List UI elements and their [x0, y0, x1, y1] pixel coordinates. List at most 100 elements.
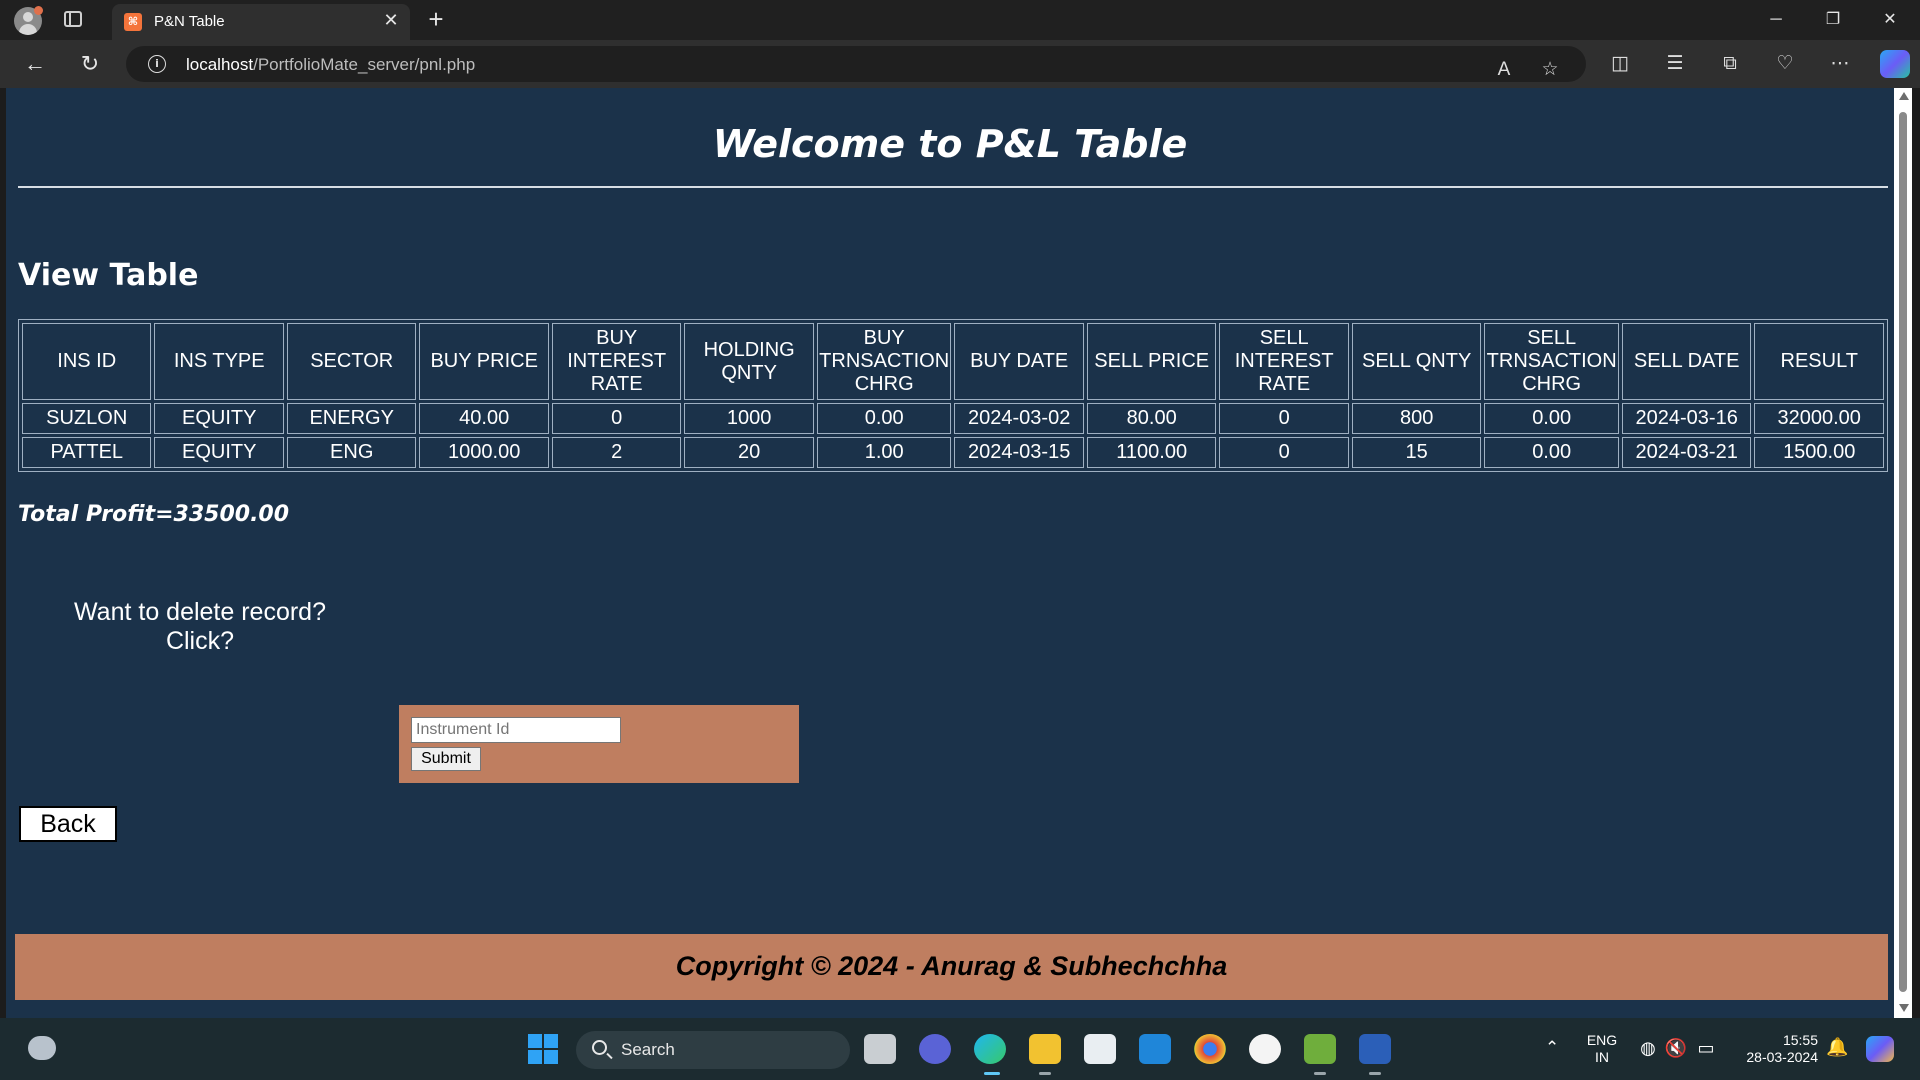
table-cell: EQUITY [154, 437, 284, 468]
site-info-icon[interactable]: i [148, 55, 166, 73]
page-footer: Copyright © 2024 - Anurag & Subhechchha [15, 934, 1888, 1000]
favorite-star-icon[interactable]: ☆ [1536, 56, 1564, 84]
table-cell: 1000.00 [419, 437, 549, 468]
submit-button[interactable]: Submit [411, 747, 481, 771]
table-cell: 1100.00 [1086, 437, 1217, 468]
copilot-taskbar-icon[interactable] [1866, 1036, 1894, 1062]
url-path: /PortfolioMate_server/pnl.php [253, 55, 476, 74]
scroll-down-icon[interactable] [1899, 1004, 1909, 1012]
browser-toolbar: ← ↻ i localhost/PortfolioMate_server/pnl… [0, 40, 1920, 88]
table-cell: 1000 [684, 403, 814, 434]
table-cell: 0 [1219, 403, 1349, 434]
column-header: SELL QNTY [1351, 323, 1482, 400]
table-header-row: INS ID INS TYPE SECTOR BUY PRICE BUY INT… [22, 323, 1884, 400]
table-row: SUZLON EQUITY ENERGY 40.00 0 1000 0.00 2… [22, 403, 1884, 434]
back-button[interactable]: Back [19, 806, 117, 842]
column-header: BUY PRICE [419, 323, 549, 400]
refresh-icon[interactable]: ↻ [75, 50, 105, 78]
delete-prompt: Want to delete record? Click? [62, 598, 338, 656]
table-cell: PATTEL [22, 437, 152, 468]
address-bar[interactable]: i localhost/PortfolioMate_server/pnl.php… [126, 46, 1586, 82]
xampp-favicon-icon: ⌘ [124, 13, 142, 31]
browser-tab-bar: ⌘ P&N Table ✕ + ─ ❐ ✕ [0, 0, 1920, 40]
page-title: Welcome to P&L Table [712, 122, 1188, 166]
table-cell: 0.00 [1484, 403, 1619, 434]
delete-record-form: Submit [399, 705, 799, 783]
battery-icon[interactable]: ▭ [1694, 1037, 1718, 1059]
taskbar-search[interactable]: Search [576, 1031, 850, 1069]
split-screen-icon[interactable]: ◫ [1606, 50, 1634, 78]
column-header: SELL PRICE [1086, 323, 1217, 400]
windows-start-icon[interactable] [528, 1034, 558, 1064]
vertical-scroll-thumb[interactable] [1899, 112, 1907, 992]
table-cell: 800 [1351, 403, 1482, 434]
table-cell: 0.00 [816, 403, 952, 434]
taskbar: Search ⌃ ENG IN ◍ 🔇 ▭ 15:55 28-03-2024 🔔 [0, 1018, 1920, 1080]
weather-icon[interactable] [28, 1036, 56, 1060]
restore-icon[interactable]: ❐ [1811, 6, 1855, 34]
copilot-icon[interactable] [1880, 50, 1910, 78]
table-cell: 1.00 [816, 437, 952, 468]
section-heading: View Table [18, 258, 199, 293]
page-viewport: Welcome to P&L Table View Table INS ID I… [6, 88, 1894, 1018]
favorites-icon[interactable]: ☰ [1661, 50, 1689, 78]
chevron-up-icon[interactable]: ⌃ [1545, 1038, 1559, 1058]
delete-prompt-line1: Want to delete record? [74, 598, 326, 626]
table-cell: 2024-03-15 [954, 437, 1084, 468]
column-header: HOLDING QNTY [684, 323, 814, 400]
running-app-indicator [1369, 1072, 1381, 1075]
delete-prompt-line2: Click? [165, 627, 235, 655]
language-indicator[interactable]: ENG IN [1584, 1032, 1620, 1066]
collections-icon[interactable]: ⧉ [1716, 50, 1744, 78]
volume-muted-icon[interactable]: 🔇 [1664, 1037, 1688, 1059]
notepad-plus-plus-icon[interactable] [1304, 1034, 1336, 1064]
table-cell: SUZLON [22, 403, 152, 434]
table-cell: ENG [286, 437, 417, 468]
search-label: Search [621, 1040, 675, 1059]
minimize-icon[interactable]: ─ [1754, 6, 1798, 34]
more-menu-icon[interactable]: ⋯ [1826, 50, 1854, 78]
edge-browser-icon[interactable] [974, 1034, 1006, 1064]
back-arrow-icon[interactable]: ← [20, 50, 50, 78]
chrome-icon[interactable] [1194, 1034, 1226, 1064]
browser-essentials-icon[interactable]: ♡ [1771, 50, 1799, 78]
table-cell: 80.00 [1086, 403, 1217, 434]
profile-notification-dot [34, 6, 43, 15]
network-globe-icon[interactable]: ◍ [1636, 1037, 1660, 1059]
title-divider [18, 186, 1888, 188]
column-header: BUY INTEREST RATE [551, 323, 682, 400]
copyright-text: Copyright © 2024 - Anurag & Subhechchha [675, 951, 1228, 981]
github-icon[interactable] [1249, 1034, 1281, 1064]
running-app-indicator [1039, 1072, 1051, 1075]
word-icon[interactable] [1359, 1034, 1391, 1064]
column-header: RESULT [1754, 323, 1884, 400]
tab-actions-icon[interactable] [64, 11, 82, 27]
table-cell: 20 [684, 437, 814, 468]
read-aloud-icon[interactable]: A [1490, 56, 1518, 84]
table-cell: ENERGY [286, 403, 417, 434]
tab-title: P&N Table [154, 13, 225, 30]
column-header: SELL DATE [1621, 323, 1752, 400]
tab-close-icon[interactable]: ✕ [380, 9, 402, 31]
notification-bell-icon[interactable]: 🔔 [1826, 1037, 1848, 1058]
task-view-icon[interactable] [864, 1034, 896, 1064]
instrument-id-input[interactable] [411, 717, 621, 743]
column-header: SELL INTEREST RATE [1219, 323, 1349, 400]
vertical-scrollbar[interactable] [1894, 88, 1912, 1018]
language-code: ENG [1586, 1032, 1618, 1048]
file-explorer-icon[interactable] [1029, 1034, 1061, 1064]
teams-chat-icon[interactable] [919, 1034, 951, 1064]
mysql-workbench-icon[interactable] [1139, 1034, 1171, 1064]
new-tab-icon[interactable]: + [423, 6, 449, 32]
column-header: BUY DATE [954, 323, 1084, 400]
clock[interactable]: 15:55 28-03-2024 [1730, 1032, 1818, 1066]
column-header: SELL TRNSACTION CHRG [1484, 323, 1619, 400]
total-profit: Total Profit=33500.00 [18, 502, 290, 527]
close-window-icon[interactable]: ✕ [1868, 6, 1912, 34]
table-cell: 2 [551, 437, 682, 468]
browser-tab-active[interactable]: ⌘ P&N Table ✕ [112, 4, 410, 40]
table-cell: 40.00 [419, 403, 549, 434]
microsoft-store-icon[interactable] [1084, 1034, 1116, 1064]
scroll-up-icon[interactable] [1899, 92, 1909, 100]
table-cell: 0.00 [1484, 437, 1619, 468]
